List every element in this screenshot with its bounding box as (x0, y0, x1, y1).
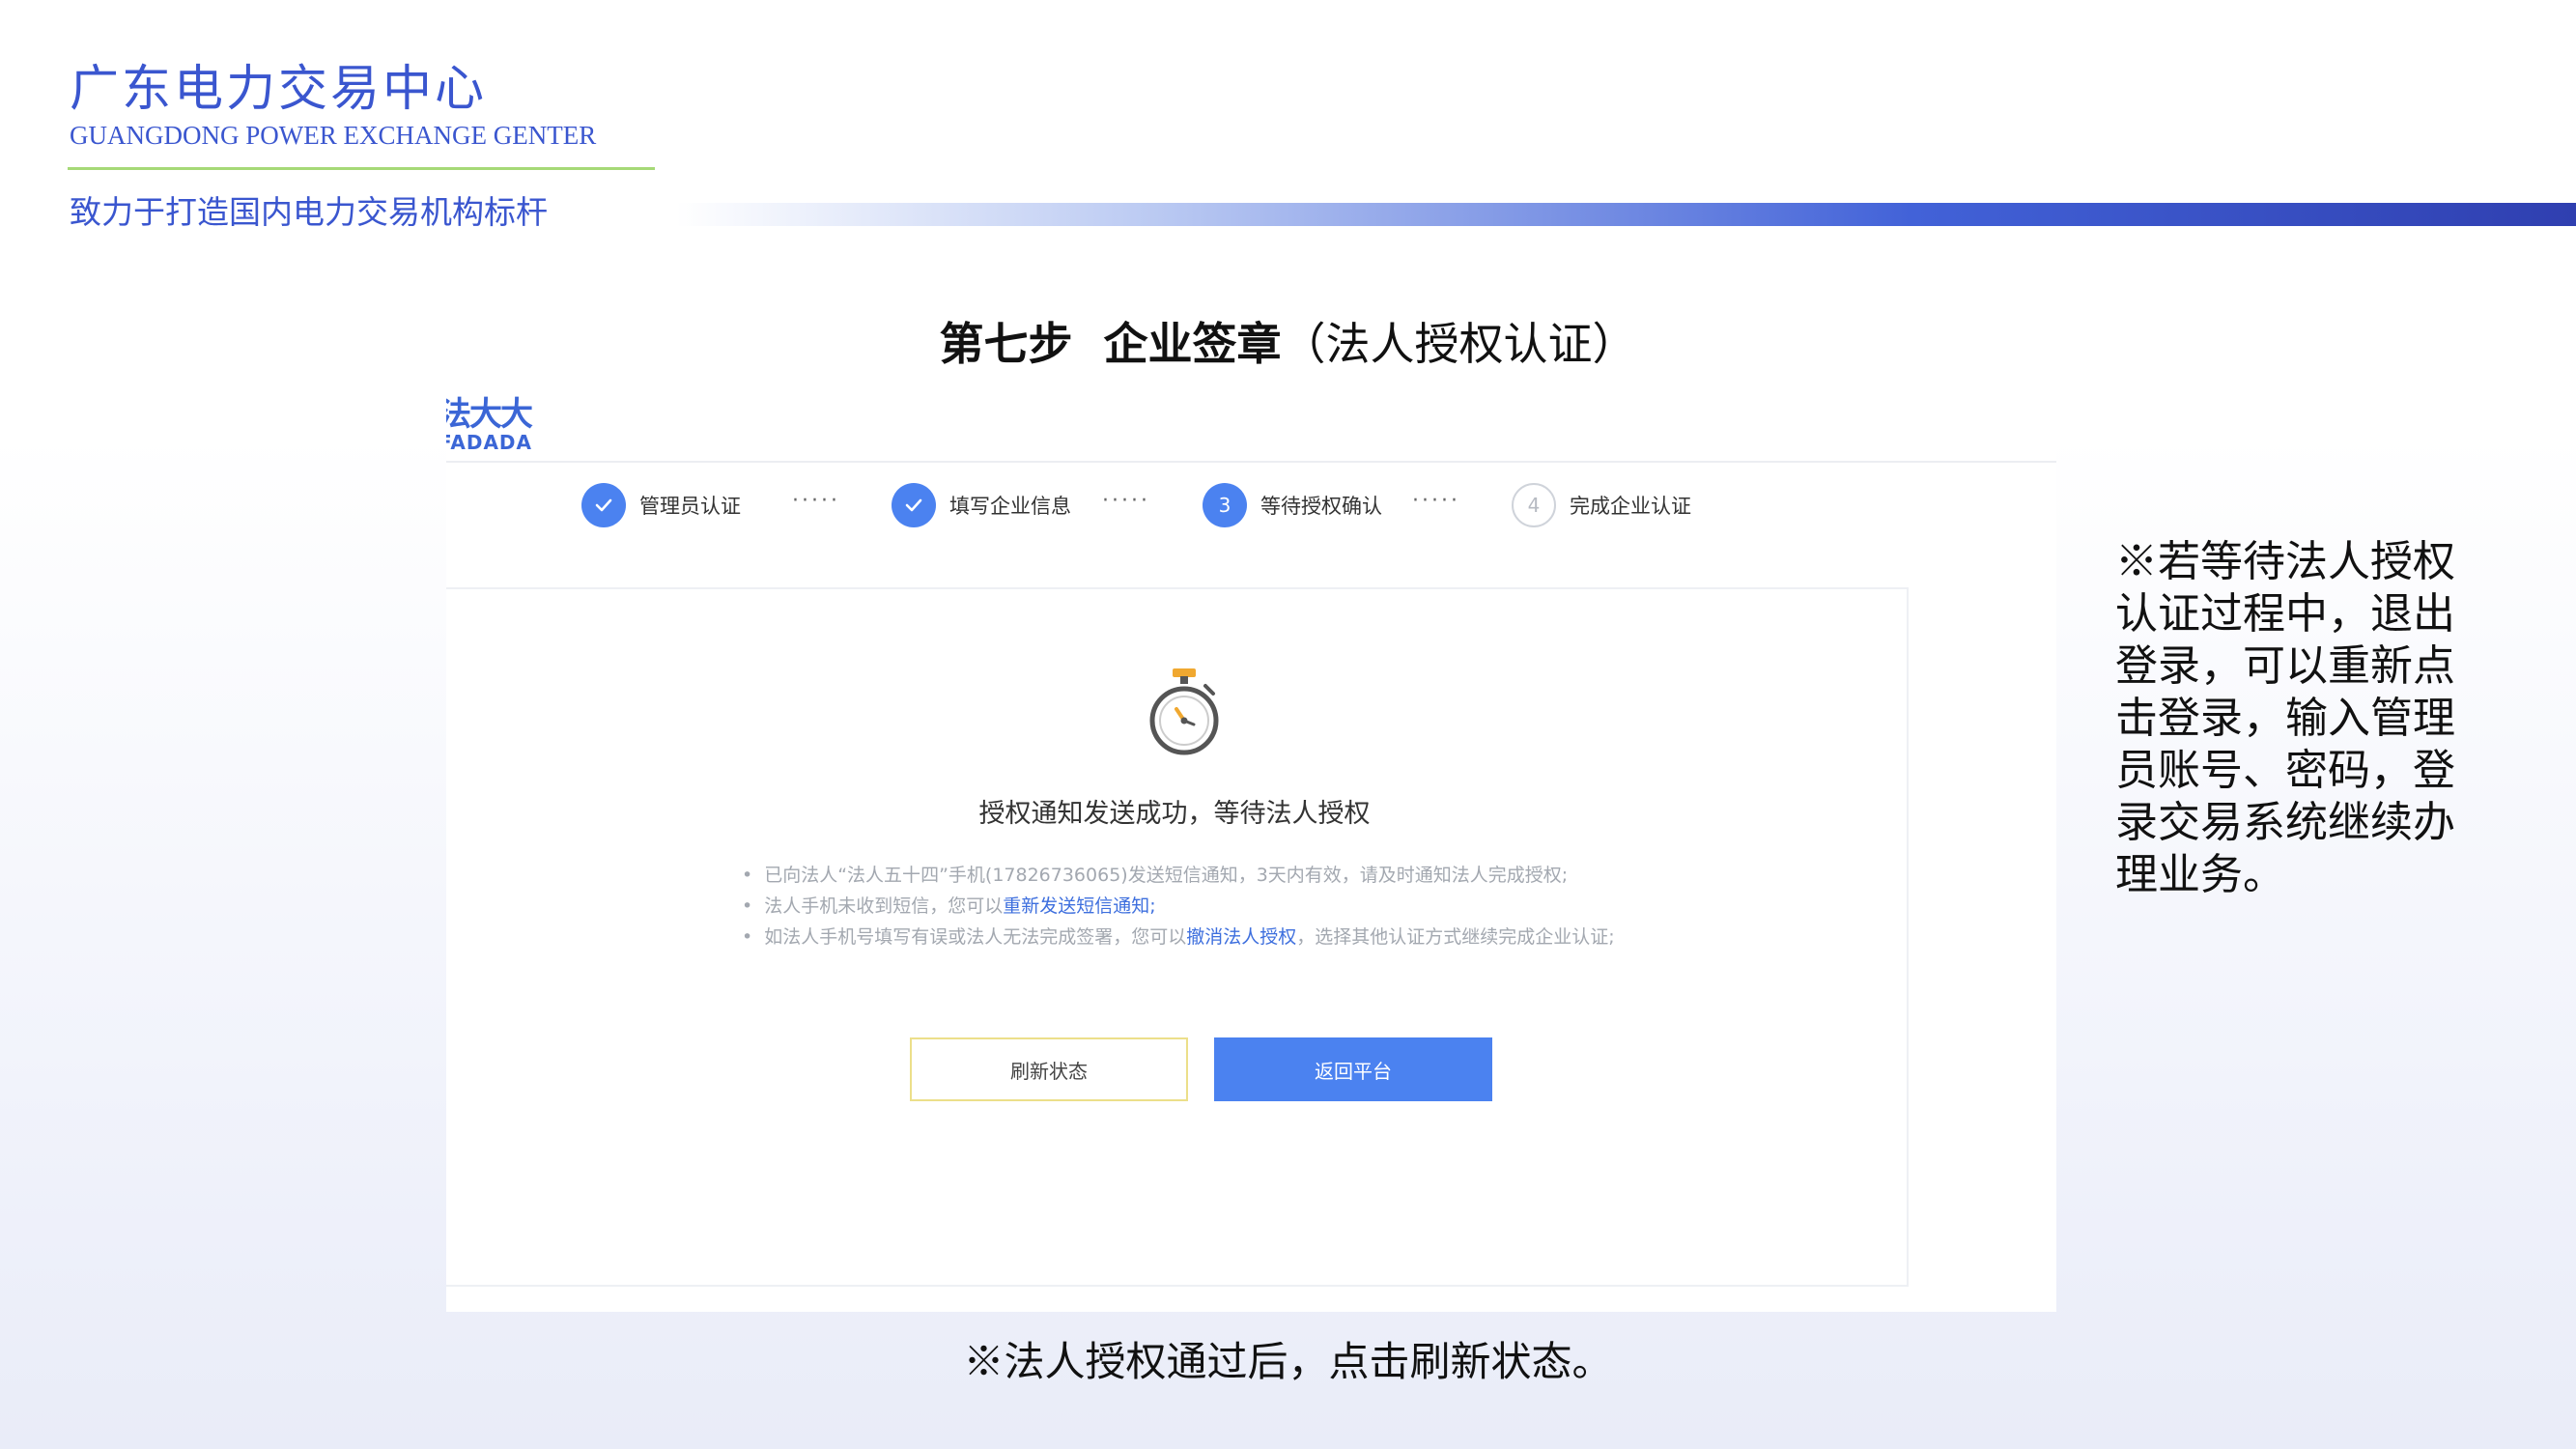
org-slogan: 致力于打造国内电力交易机构标杆 (70, 193, 548, 231)
check-icon (581, 483, 626, 527)
step-separator: ····· (1102, 489, 1150, 513)
note-item: • 法人手机未收到短信，您可以重新发送短信通知; (742, 895, 1156, 917)
header-divider (68, 167, 655, 170)
note-text: 如法人手机号填写有误或法人无法完成签署，您可以 (764, 926, 1187, 948)
progress-steps: 管理员认证 ····· 填写企业信息 ····· 3 等待授权确认 ····· … (446, 481, 2056, 529)
stopwatch-icon (1149, 668, 1219, 755)
step-title-main: 第七步 企业签章 (939, 318, 1282, 370)
app-screenshot: 法大大 FADADA 管理员认证 ····· 填写企业信息 ····· 3 等待… (446, 386, 2056, 1312)
step-label: 完成企业认证 (1570, 495, 1691, 518)
note-item: • 已向法人“法人五十四”手机(17826736065)发送短信通知，3天内有效，… (742, 865, 1569, 886)
notes-list: • 已向法人“法人五十四”手机(17826736065)发送短信通知，3天内有效，… (742, 860, 1615, 952)
return-platform-button[interactable]: 返回平台 (1214, 1037, 1492, 1101)
step-title: 第七步 企业签章（法人授权认证） (0, 309, 2576, 373)
logo-text-en: FADADA (446, 431, 533, 454)
step-complete: 4 完成企业认证 (1512, 481, 1691, 529)
header-gradient-band (676, 203, 2576, 226)
check-icon (892, 483, 936, 527)
card-title: 授权通知发送成功，等待法人授权 (978, 799, 1371, 829)
revoke-authorization-link[interactable]: 撤消法人授权 (1186, 926, 1296, 948)
top-divider (446, 461, 2056, 463)
note-text: ，选择其他认证方式继续完成企业认证; (1296, 926, 1615, 948)
side-note: ※若等待法人授权认证过程中，退出登录，可以重新点击登录，输入管理员账号、密码，登… (2115, 537, 2455, 899)
refresh-status-button[interactable]: 刷新状态 (910, 1037, 1188, 1101)
note-item: • 如法人手机号填写有误或法人无法完成签署，您可以撤消法人授权，选择其他认证方式继… (742, 926, 1615, 948)
step-label: 等待授权确认 (1260, 495, 1382, 518)
org-title: 广东电力交易中心 (70, 61, 488, 118)
fadada-logo: 法大大 FADADA (446, 395, 533, 454)
step-company-info: 填写企业信息 (892, 481, 1071, 529)
resend-sms-link[interactable]: 重新发送短信通知 (1003, 895, 1149, 917)
step-wait-authorization: 3 等待授权确认 (1203, 481, 1382, 529)
note-text: ; (1149, 895, 1156, 917)
step-number: 3 (1203, 483, 1247, 527)
status-card: 授权通知发送成功，等待法人授权 • 已向法人“法人五十四”手机(178267360… (446, 587, 1909, 1287)
org-english-name: GUANGDONG POWER EXCHANGE GENTER (70, 121, 597, 150)
logo-text-cn: 法大大 (446, 395, 533, 434)
step-label: 管理员认证 (639, 495, 741, 518)
note-text: 法人手机未收到短信，您可以 (764, 895, 1004, 917)
step-separator: ····· (792, 489, 840, 513)
bottom-note: ※法人授权通过后，点击刷新状态。 (963, 1338, 1613, 1385)
note-text: 已向法人“法人五十四”手机(17826736065)发送短信通知，3天内有效，请… (764, 865, 1569, 886)
step-separator: ····· (1412, 489, 1460, 513)
step-title-sub: （法人授权认证） (1281, 318, 1637, 370)
step-number: 4 (1512, 483, 1556, 527)
step-admin-auth: 管理员认证 (581, 481, 741, 529)
step-label: 填写企业信息 (949, 495, 1071, 518)
